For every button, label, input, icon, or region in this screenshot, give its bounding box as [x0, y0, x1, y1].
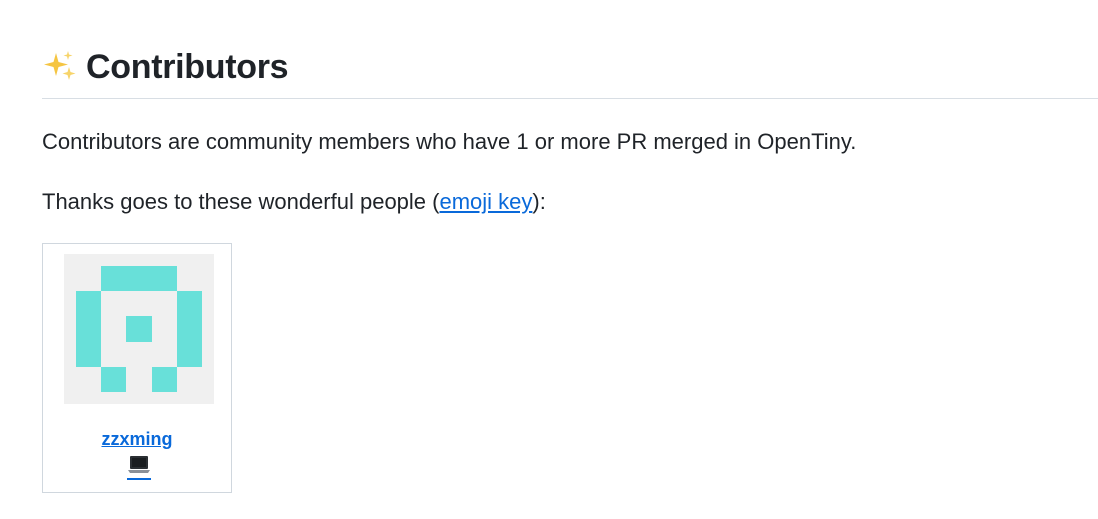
section-title: Contributors: [86, 47, 289, 86]
avatar[interactable]: [64, 254, 214, 404]
description-text: Contributors are community members who h…: [42, 129, 857, 154]
thanks-prefix: Thanks goes to these wonderful people (: [42, 189, 440, 214]
heading-divider: [42, 98, 1098, 99]
laptop-icon[interactable]: [127, 453, 151, 481]
thanks-suffix: ):: [532, 189, 546, 214]
contributor-card: zzxming: [42, 243, 232, 493]
emoji-key-link[interactable]: emoji key: [439, 189, 532, 214]
sparkles-icon: [44, 51, 76, 80]
section-heading: Contributors: [42, 44, 289, 90]
readme-section: Contributors Contributors are community …: [42, 0, 1098, 519]
thanks-text: Thanks goes to these wonderful people (e…: [42, 188, 546, 216]
contributor-username-link[interactable]: zzxming: [43, 428, 231, 450]
